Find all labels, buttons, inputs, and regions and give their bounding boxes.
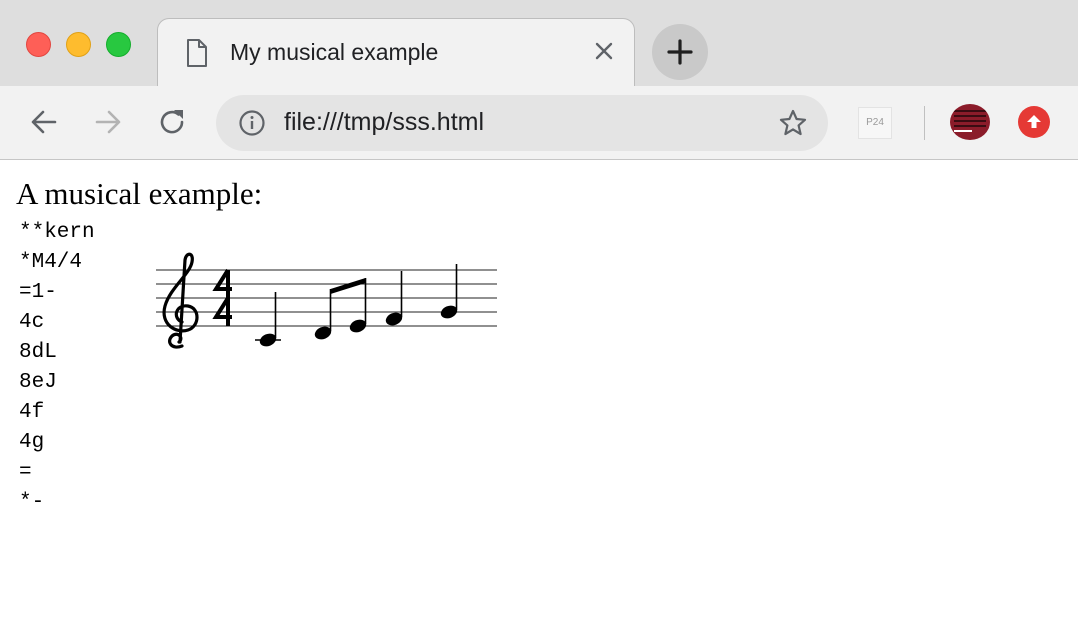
forward-arrow-icon[interactable] (92, 106, 124, 138)
treble-clef-icon (162, 252, 199, 349)
kern-line: 4f (19, 401, 45, 424)
kern-line: 4g (19, 431, 45, 454)
tab-strip: My musical example (0, 0, 1078, 88)
upload-extension-button[interactable] (1018, 106, 1050, 138)
page-content: A musical example: **kern *M4/4 =1- 4c 8dL 8e… (0, 160, 1078, 632)
window-close-button[interactable] (26, 32, 51, 57)
back-arrow-icon[interactable] (28, 106, 60, 138)
tab-active[interactable]: My musical example (157, 18, 635, 88)
toolbar-separator (924, 106, 925, 140)
reload-icon[interactable] (156, 106, 188, 138)
toolbar: file:///tmp/sss.html P24 (0, 86, 1078, 160)
note-d (314, 289, 332, 340)
url-text[interactable]: file:///tmp/sss.html (284, 108, 484, 137)
tab-title: My musical example (230, 39, 439, 65)
kern-code-block: **kern *M4/4 =1- 4c 8dL 8eJ 4f 4g = *- (19, 218, 95, 518)
note-c (255, 292, 281, 347)
kern-line: *- (19, 491, 45, 514)
p24-extension-icon[interactable]: P24 (858, 107, 892, 139)
beam (330, 278, 366, 294)
music-notation (156, 252, 497, 349)
info-icon[interactable] (238, 109, 266, 137)
kern-line: 8dL (19, 341, 57, 364)
kern-line: **kern (19, 221, 95, 244)
new-tab-button[interactable] (652, 24, 708, 80)
window-minimize-button[interactable] (66, 32, 91, 57)
note-f (385, 271, 403, 326)
note-g (440, 264, 458, 319)
address-bar[interactable]: file:///tmp/sss.html (216, 95, 828, 151)
close-icon[interactable] (592, 39, 616, 63)
page-heading: A musical example: (16, 176, 263, 211)
window-zoom-button[interactable] (106, 32, 131, 57)
plus-icon (667, 39, 693, 65)
kern-line: 8eJ (19, 371, 57, 394)
avatar-extension-icon[interactable] (950, 104, 990, 140)
upload-arrow-icon (1027, 115, 1041, 128)
notes (255, 264, 458, 347)
star-icon[interactable] (778, 108, 808, 138)
document-icon (186, 39, 208, 67)
kern-line: 4c (19, 311, 45, 334)
kern-line: = (19, 461, 32, 484)
kern-line: *M4/4 (19, 251, 83, 274)
kern-line: =1- (19, 281, 57, 304)
browser-window: My musical example file:///tmp/sss.html … (0, 0, 1078, 632)
p24-label: P24 (866, 117, 884, 128)
